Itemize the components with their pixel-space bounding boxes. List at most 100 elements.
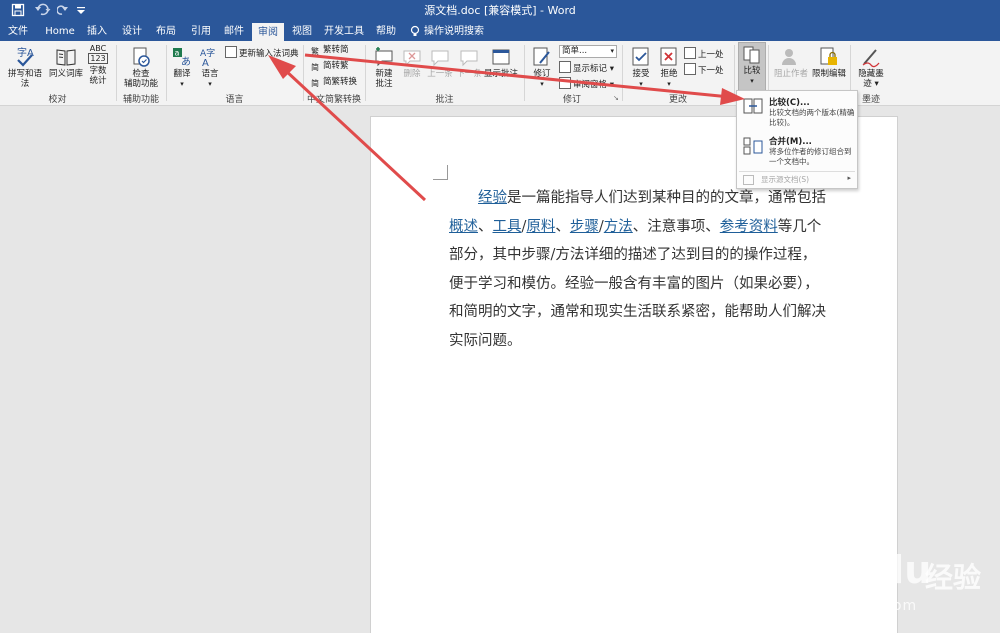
doc-link[interactable]: 工具: [493, 219, 522, 235]
reviewing-pane-button[interactable]: 审阅窗格 ▾: [559, 77, 614, 91]
tab-references[interactable]: 引用: [186, 22, 216, 41]
lock-icon: [820, 47, 837, 65]
menu-item-compare[interactable]: 比较(C)... 比较文档的两个版本(精确比较)。: [737, 94, 857, 134]
baidu-jingyan-watermark: Bai du 经验 jingyan.baidu.com: [767, 548, 982, 614]
tab-review[interactable]: 审阅: [252, 23, 284, 41]
chevron-down-icon: ▾: [610, 47, 614, 55]
compare-icon: [743, 98, 763, 114]
convert-icon: 繁: [311, 47, 319, 56]
menu-separator: [739, 171, 855, 172]
menu-item-combine[interactable]: 合并(M)... 将多位作者的修订组合到一个文档中。: [737, 135, 857, 169]
group-label-comments: 批注: [435, 95, 454, 105]
doc-link[interactable]: 经验: [478, 190, 507, 206]
svg-text:A: A: [202, 58, 209, 68]
ribbon-tab-bar: 文件 Home 插入 设计 布局 引用 邮件 审阅 视图 开发工具 帮助 操作说…: [0, 22, 1000, 41]
chinese-convert-button[interactable]: 简简繁转换: [311, 77, 357, 88]
spelling-check-icon: 字A: [17, 46, 34, 67]
thesaurus-button[interactable]: 同义词库: [47, 46, 85, 79]
accessibility-icon: [133, 47, 150, 67]
group-label-language: 语言: [225, 95, 244, 105]
group-label-changes: 更改: [668, 95, 687, 105]
svg-text:あ: あ: [181, 56, 191, 68]
translate-icon: aあ: [173, 48, 191, 68]
previous-comment-button[interactable]: 上一条: [425, 46, 455, 79]
show-comments-button[interactable]: 显示批注: [483, 46, 519, 79]
svg-text:a: a: [175, 49, 180, 58]
tab-insert[interactable]: 插入: [82, 22, 112, 41]
tell-me-search[interactable]: 操作说明搜索: [424, 22, 494, 41]
group-label-proofing: 校对: [48, 95, 67, 105]
tab-help[interactable]: 帮助: [371, 22, 401, 41]
next-comment-button[interactable]: 下一条: [456, 46, 482, 79]
doc-link[interactable]: 方法: [604, 219, 633, 235]
reject-button[interactable]: 拒绝 ▾: [656, 46, 682, 89]
compare-dropdown-menu: 比较(C)... 比较文档的两个版本(精确比较)。 合并(M)... 将多位作者…: [736, 90, 858, 189]
delete-comment-icon: [403, 50, 421, 67]
document-paragraph[interactable]: 经验是一篇能指导人们达到某种目的的文章，通常包括概述、工具/原料、步骤/方法、注…: [449, 184, 829, 355]
dialog-launcher-icon[interactable]: ↘: [613, 94, 619, 102]
tab-home[interactable]: Home: [42, 22, 78, 41]
tab-design[interactable]: 设计: [117, 22, 147, 41]
language-button[interactable]: A字 A 语言 ▾: [196, 46, 224, 89]
show-markup-icon: [559, 61, 571, 73]
previous-comment-icon: [431, 50, 449, 67]
show-markup-button[interactable]: 显示标记 ▾: [559, 61, 614, 75]
word-count-button[interactable]: ABC 123 字数 统计: [86, 44, 110, 86]
previous-change-icon: [684, 47, 696, 59]
update-ime-dictionary-button[interactable]: 更新输入法词典: [225, 46, 299, 60]
tab-mailings[interactable]: 邮件: [219, 22, 249, 41]
compare-button[interactable]: 比较 ▾: [738, 42, 766, 92]
tab-view[interactable]: 视图: [287, 22, 317, 41]
track-changes-button[interactable]: 修订 ▾: [528, 46, 556, 89]
show-source-icon: [743, 175, 754, 185]
doc-link[interactable]: 概述: [449, 219, 478, 235]
compare-icon: [743, 46, 760, 64]
doc-link[interactable]: 参考资料: [720, 219, 778, 235]
dictionary-icon: [225, 46, 237, 58]
track-changes-icon: [533, 47, 550, 66]
convert-icon: 简: [311, 79, 319, 88]
next-change-icon: [684, 63, 696, 75]
next-change-button[interactable]: 下一处: [684, 63, 724, 77]
convert-icon: 简: [311, 63, 319, 72]
title-bar: 源文档.doc [兼容模式] - Word: [0, 0, 1000, 22]
spelling-grammar-button[interactable]: 字A 拼写和语法: [5, 46, 45, 89]
tab-file[interactable]: 文件: [2, 22, 34, 41]
traditional-to-simplified-button[interactable]: 繁繁转简: [311, 45, 349, 56]
chevron-right-icon: ▸: [847, 174, 851, 182]
translate-button[interactable]: aあ 翻译 ▾: [169, 46, 195, 89]
doc-link[interactable]: 步骤: [570, 219, 599, 235]
markup-display-select[interactable]: 简单... ▾: [559, 45, 617, 58]
tab-layout[interactable]: 布局: [151, 22, 181, 41]
paw-icon: [846, 553, 870, 582]
group-label-accessibility: 辅助功能: [122, 95, 159, 105]
group-label-chinese-conversion: 中文简繁转换: [306, 95, 361, 105]
book-icon: [56, 49, 76, 66]
check-accessibility-button[interactable]: 检查 辅助功能: [120, 46, 162, 89]
show-comments-icon: [492, 49, 510, 65]
delete-comment-button[interactable]: 删除: [400, 46, 424, 79]
tab-developer[interactable]: 开发工具: [322, 22, 366, 41]
hide-ink-button[interactable]: 隐藏墨迹 ▾: [854, 46, 888, 89]
simplified-to-traditional-button[interactable]: 简简转繁: [311, 61, 349, 72]
doc-link[interactable]: 原料: [526, 219, 555, 235]
new-comment-button[interactable]: 新建 批注: [369, 46, 399, 89]
page-corner-mark: [433, 165, 448, 180]
block-authors-button[interactable]: 阻止作者: [771, 46, 811, 79]
block-authors-icon: [782, 49, 796, 65]
group-label-tracking: 修订: [562, 95, 581, 105]
previous-change-button[interactable]: 上一处: [684, 47, 724, 61]
accept-button[interactable]: 接受 ▾: [627, 46, 655, 89]
reject-icon: [660, 47, 677, 66]
lightbulb-icon: [408, 22, 422, 41]
accept-icon: [632, 47, 649, 66]
language-icon: A字A: [200, 47, 215, 68]
restrict-editing-button[interactable]: 限制编辑: [811, 46, 847, 79]
hide-ink-icon: [862, 49, 880, 68]
reviewing-pane-icon: [559, 77, 571, 89]
window-title: 源文档.doc [兼容模式] - Word: [424, 4, 576, 17]
next-comment-icon: [460, 50, 478, 67]
menu-item-show-source[interactable]: 显示源文档(S) ▸: [737, 173, 857, 186]
combine-icon: [743, 137, 763, 155]
new-comment-icon: [375, 47, 393, 67]
